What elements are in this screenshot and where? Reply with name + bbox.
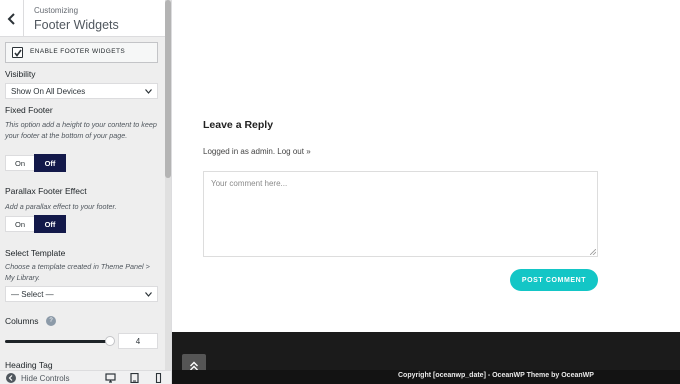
- fixed-footer-label: Fixed Footer: [5, 105, 53, 115]
- columns-slider-track[interactable]: [5, 340, 110, 343]
- columns-number-input[interactable]: 4: [118, 333, 158, 349]
- panel-header: Customizing Footer Widgets: [0, 0, 165, 37]
- fixed-footer-toggle: On Off: [5, 154, 66, 172]
- desktop-icon[interactable]: [105, 373, 116, 383]
- chevron-down-icon: [145, 292, 152, 297]
- visibility-label: Visibility: [5, 69, 36, 79]
- chevron-left-icon: [7, 12, 15, 25]
- tablet-icon[interactable]: [129, 373, 140, 383]
- enable-footer-widgets-control[interactable]: ENABLE FOOTER WIDGETS: [5, 42, 158, 63]
- comment-textarea[interactable]: Your comment here...: [203, 171, 598, 257]
- visibility-select[interactable]: Show On All Devices: [5, 83, 158, 99]
- resize-handle-icon[interactable]: [590, 249, 596, 255]
- template-select[interactable]: — Select —: [5, 286, 158, 302]
- chevron-down-icon: [145, 89, 152, 94]
- columns-label: Columns: [5, 316, 39, 326]
- panel-scrollbar[interactable]: [165, 0, 171, 370]
- collapse-icon[interactable]: [6, 373, 16, 383]
- footer-bottom-bar: Copyright [oceanwp_date] - OceanWP Theme…: [172, 370, 680, 384]
- parallax-footer-toggle: On Off: [5, 215, 66, 233]
- panel-footer-bar: Hide Controls: [0, 370, 171, 384]
- parallax-on-button[interactable]: On: [5, 216, 35, 232]
- parallax-footer-description: Add a parallax effect to your footer.: [5, 202, 117, 211]
- select-template-description: Choose a template created in Theme Panel…: [5, 262, 150, 282]
- logged-in-text[interactable]: Logged in as admin. Log out »: [203, 147, 311, 156]
- template-value: — Select —: [11, 290, 54, 299]
- post-comment-button[interactable]: POST COMMENT: [510, 269, 598, 291]
- fixed-footer-off-button[interactable]: Off: [34, 154, 66, 172]
- parallax-off-button[interactable]: Off: [34, 215, 66, 233]
- customizer-panel: Customizing Footer Widgets ENABLE FOOTER…: [0, 0, 172, 384]
- comment-placeholder: Your comment here...: [211, 179, 288, 188]
- panel-title: Footer Widgets: [34, 18, 119, 32]
- site-preview: Leave a Reply Logged in as admin. Log ou…: [172, 0, 680, 384]
- columns-slider-handle[interactable]: [105, 336, 115, 346]
- enable-footer-widgets-checkbox[interactable]: [12, 47, 23, 58]
- enable-footer-widgets-label: ENABLE FOOTER WIDGETS: [30, 48, 126, 55]
- hide-controls-button[interactable]: Hide Controls: [21, 374, 69, 383]
- question-icon[interactable]: ?: [46, 316, 56, 326]
- select-template-label: Select Template: [5, 248, 66, 258]
- fixed-footer-description: This option add a height to your content…: [5, 120, 157, 140]
- parallax-footer-label: Parallax Footer Effect: [5, 186, 87, 196]
- panel-scroll-thumb[interactable]: [165, 0, 171, 178]
- mobile-icon[interactable]: [153, 373, 164, 383]
- heading-tag-label: Heading Tag: [5, 360, 53, 370]
- copyright-text: Copyright [oceanwp_date] - OceanWP Theme…: [398, 372, 594, 379]
- customizer-window: Customizing Footer Widgets ENABLE FOOTER…: [0, 0, 680, 384]
- panel-breadcrumb: Customizing: [34, 6, 79, 15]
- leave-reply-heading: Leave a Reply: [203, 119, 274, 131]
- fixed-footer-on-button[interactable]: On: [5, 155, 35, 171]
- site-footer: Copyright [oceanwp_date] - OceanWP Theme…: [172, 332, 680, 384]
- visibility-value: Show On All Devices: [11, 87, 86, 96]
- back-button[interactable]: [0, 0, 24, 37]
- checkmark-icon: [14, 49, 22, 57]
